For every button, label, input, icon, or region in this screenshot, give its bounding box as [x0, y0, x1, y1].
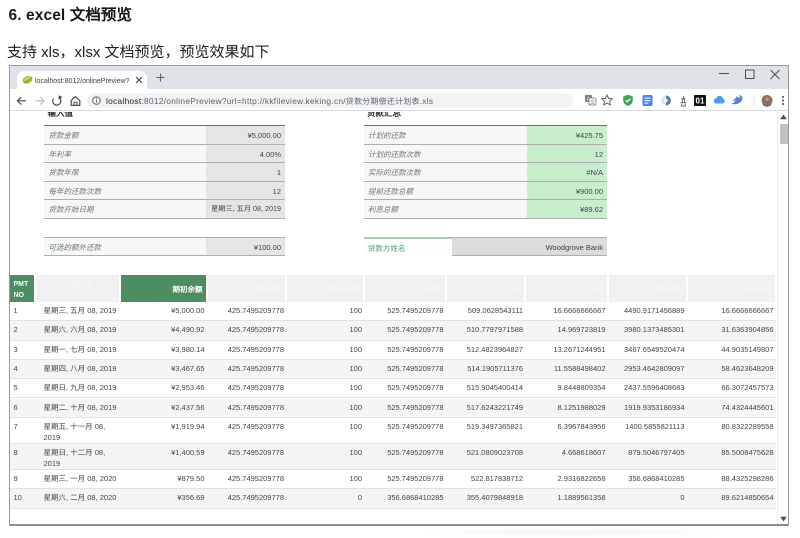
svg-text:01: 01 [696, 96, 705, 107]
svg-text:文: 文 [590, 98, 596, 106]
